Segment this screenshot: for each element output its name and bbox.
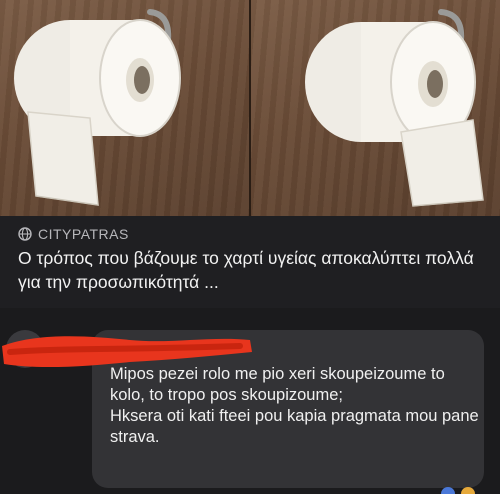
post-headline[interactable]: Ο τρόπος που βάζουμε το χαρτί υγείας απο… xyxy=(18,246,488,294)
toilet-roll-over-illustration xyxy=(14,9,181,206)
link-preview[interactable]: CITYPATRAS Ο τρόπος που βάζουμε το χαρτί… xyxy=(0,216,500,308)
source-name: CITYPATRAS xyxy=(38,226,129,242)
source-row: CITYPATRAS xyxy=(18,226,129,242)
reaction-icons[interactable] xyxy=(430,484,490,494)
photo-left-panel xyxy=(0,0,249,216)
comment-section: Mipos pezei rolo me pio xeri skoupeizoum… xyxy=(0,308,500,494)
photo-right-panel xyxy=(251,0,500,216)
toilet-roll-under-illustration xyxy=(305,9,484,207)
comment-text: Mipos pezei rolo me pio xeri skoupeizoum… xyxy=(110,365,479,446)
globe-icon xyxy=(18,227,32,241)
post-image[interactable] xyxy=(0,0,500,216)
